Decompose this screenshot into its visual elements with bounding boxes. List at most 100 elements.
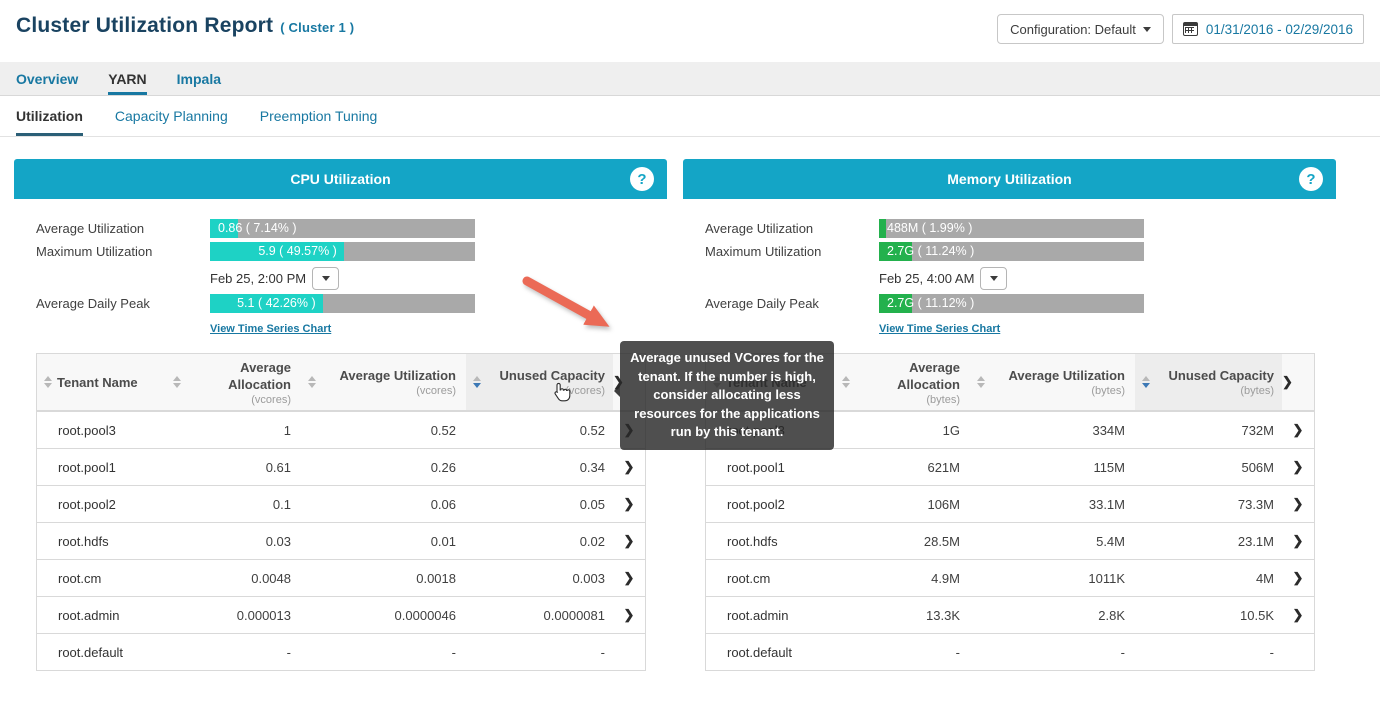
- average-allocation-cell: 13.3K: [835, 608, 970, 623]
- view-time-series-link[interactable]: View Time Series Chart: [879, 323, 1000, 335]
- table-row: root.pool1 0.61 0.26 0.34 ❯: [37, 448, 645, 485]
- chevron-right-icon[interactable]: ❯: [1282, 533, 1314, 549]
- bar-value-label: 5.1 ( 42.26% ): [237, 294, 323, 313]
- peak-time-dropdown[interactable]: [980, 267, 1007, 290]
- average-allocation-cell: 0.0048: [166, 571, 301, 586]
- tenant-name-cell: root.pool1: [37, 460, 166, 475]
- peak-time-label: Feb 25, 2:00 PM: [210, 271, 306, 286]
- pointer-cursor-icon: [551, 382, 571, 404]
- table-row: root.pool3 1 0.52 0.52 ❯: [37, 411, 645, 448]
- view-time-series-link[interactable]: View Time Series Chart: [210, 323, 331, 335]
- subtab-utilization[interactable]: Utilization: [16, 96, 83, 136]
- calendar-icon: [1183, 22, 1198, 36]
- table-row: root.pool1 621M 115M 506M ❯: [706, 448, 1314, 485]
- average-allocation-cell: 0.000013: [166, 608, 301, 623]
- table-row: root.cm 0.0048 0.0018 0.003 ❯: [37, 559, 645, 596]
- cpu-card-header: CPU Utilization ?: [14, 159, 667, 199]
- chevron-right-icon[interactable]: ❯: [613, 607, 645, 623]
- memory-card-title: Memory Utilization: [947, 171, 1071, 187]
- tab-overview[interactable]: Overview: [16, 62, 78, 95]
- cpu-card-title: CPU Utilization: [290, 171, 390, 187]
- average-allocation-cell: 1: [166, 423, 301, 438]
- annotation-arrow: [510, 268, 630, 348]
- utilization-bar: 2.7G ( 11.12% ): [879, 294, 1144, 313]
- column-header-average-allocation[interactable]: Average Allocation(bytes): [835, 354, 970, 410]
- secondary-tabs: Utilization Capacity Planning Preemption…: [0, 96, 1380, 137]
- average-utilization-cell: 115M: [970, 460, 1135, 475]
- tenant-name-cell: root.default: [706, 645, 835, 660]
- metric-row: Average Daily Peak 2.7G ( 11.12% ): [705, 294, 1315, 313]
- cpu-utilization-card: CPU Utilization ? Average Utilization 0.…: [14, 159, 667, 671]
- average-allocation-cell: 0.03: [166, 534, 301, 549]
- sort-icon[interactable]: [1142, 376, 1150, 388]
- column-header-unused-capacity[interactable]: Unused Capacity(bytes): [1135, 354, 1282, 410]
- metric-label: Maximum Utilization: [705, 244, 879, 259]
- column-header-unused-capacity[interactable]: Unused Capacity(vcores): [466, 354, 613, 410]
- unused-capacity-cell: 4M: [1135, 571, 1282, 586]
- table-row: root.default - - - ❯: [706, 633, 1314, 670]
- tab-yarn[interactable]: YARN: [108, 62, 146, 95]
- cpu-table-body: root.pool3 1 0.52 0.52 ❯ root.pool1 0.61…: [37, 411, 645, 670]
- unused-capacity-cell: 0.02: [466, 534, 613, 549]
- tab-impala[interactable]: Impala: [177, 62, 221, 95]
- chevron-right-icon[interactable]: ❯: [1282, 354, 1314, 410]
- column-header-tenant-name[interactable]: Tenant Name: [37, 354, 166, 410]
- average-allocation-cell: 1G: [835, 423, 970, 438]
- peak-time-row: Feb 25, 4:00 AM: [879, 265, 1315, 291]
- table-row: root.default - - - ❯: [37, 633, 645, 670]
- peak-time-dropdown[interactable]: [312, 267, 339, 290]
- subtab-preemption-tuning[interactable]: Preemption Tuning: [260, 96, 378, 136]
- sort-icon[interactable]: [308, 376, 316, 388]
- configuration-label: Configuration: Default: [1010, 22, 1136, 37]
- table-row: root.pool2 0.1 0.06 0.05 ❯: [37, 485, 645, 522]
- unused-capacity-cell: -: [466, 645, 613, 660]
- sort-icon[interactable]: [44, 376, 52, 388]
- chevron-right-icon[interactable]: ❯: [1282, 607, 1314, 623]
- date-range-picker[interactable]: 01/31/2016 - 02/29/2016: [1172, 14, 1364, 44]
- utilization-bar: 5.9 ( 49.57% ): [210, 242, 475, 261]
- chevron-right-icon[interactable]: ❯: [613, 570, 645, 586]
- chevron-right-icon[interactable]: ❯: [1282, 570, 1314, 586]
- metric-label: Average Utilization: [705, 221, 879, 236]
- help-icon[interactable]: ?: [1299, 167, 1323, 191]
- peak-time-label: Feb 25, 4:00 AM: [879, 271, 974, 286]
- column-header-average-allocation[interactable]: Average Allocation(vcores): [166, 354, 301, 410]
- tenant-name-cell: root.pool2: [706, 497, 835, 512]
- sort-icon[interactable]: [977, 376, 985, 388]
- report-title: Cluster Utilization Report: [16, 14, 273, 37]
- date-range-label: 01/31/2016 - 02/29/2016: [1206, 22, 1353, 37]
- bar-value-label: 488M ( 1.99% ): [887, 219, 972, 238]
- configuration-dropdown[interactable]: Configuration: Default: [997, 14, 1164, 44]
- metric-row: Average Utilization 488M ( 1.99% ): [705, 219, 1315, 238]
- memory-table-body: root.pool3 1G 334M 732M ❯ root.pool1 621…: [706, 411, 1314, 670]
- sort-icon[interactable]: [173, 376, 181, 388]
- chevron-right-icon[interactable]: ❯: [613, 459, 645, 475]
- column-header-average-utilization[interactable]: Average Utilization(vcores): [301, 354, 466, 410]
- sort-icon[interactable]: [842, 376, 850, 388]
- tenant-name-cell: root.pool2: [37, 497, 166, 512]
- average-utilization-cell: 334M: [970, 423, 1135, 438]
- caret-down-icon: [322, 276, 330, 281]
- tooltip-arrow: [614, 385, 620, 397]
- chevron-right-icon[interactable]: ❯: [1282, 422, 1314, 438]
- unused-capacity-cell: 23.1M: [1135, 534, 1282, 549]
- chevron-right-icon[interactable]: ❯: [613, 533, 645, 549]
- average-allocation-cell: -: [835, 645, 970, 660]
- unused-capacity-cell: 0.0000081: [466, 608, 613, 623]
- average-allocation-cell: 28.5M: [835, 534, 970, 549]
- column-header-average-utilization[interactable]: Average Utilization(bytes): [970, 354, 1135, 410]
- chevron-right-icon[interactable]: ❯: [1282, 459, 1314, 475]
- metric-label: Average Utilization: [36, 221, 210, 236]
- average-utilization-cell: 0.26: [301, 460, 466, 475]
- average-utilization-cell: 0.0000046: [301, 608, 466, 623]
- table-row: root.admin 13.3K 2.8K 10.5K ❯: [706, 596, 1314, 633]
- tenant-name-cell: root.hdfs: [706, 534, 835, 549]
- chevron-right-icon[interactable]: ❯: [1282, 496, 1314, 512]
- average-utilization-cell: 0.0018: [301, 571, 466, 586]
- help-icon[interactable]: ?: [630, 167, 654, 191]
- chevron-right-icon[interactable]: ❯: [613, 496, 645, 512]
- metric-row: Maximum Utilization 5.9 ( 49.57% ): [36, 242, 646, 261]
- sort-icon[interactable]: [473, 376, 481, 388]
- table-row: root.hdfs 28.5M 5.4M 23.1M ❯: [706, 522, 1314, 559]
- subtab-capacity-planning[interactable]: Capacity Planning: [115, 96, 228, 136]
